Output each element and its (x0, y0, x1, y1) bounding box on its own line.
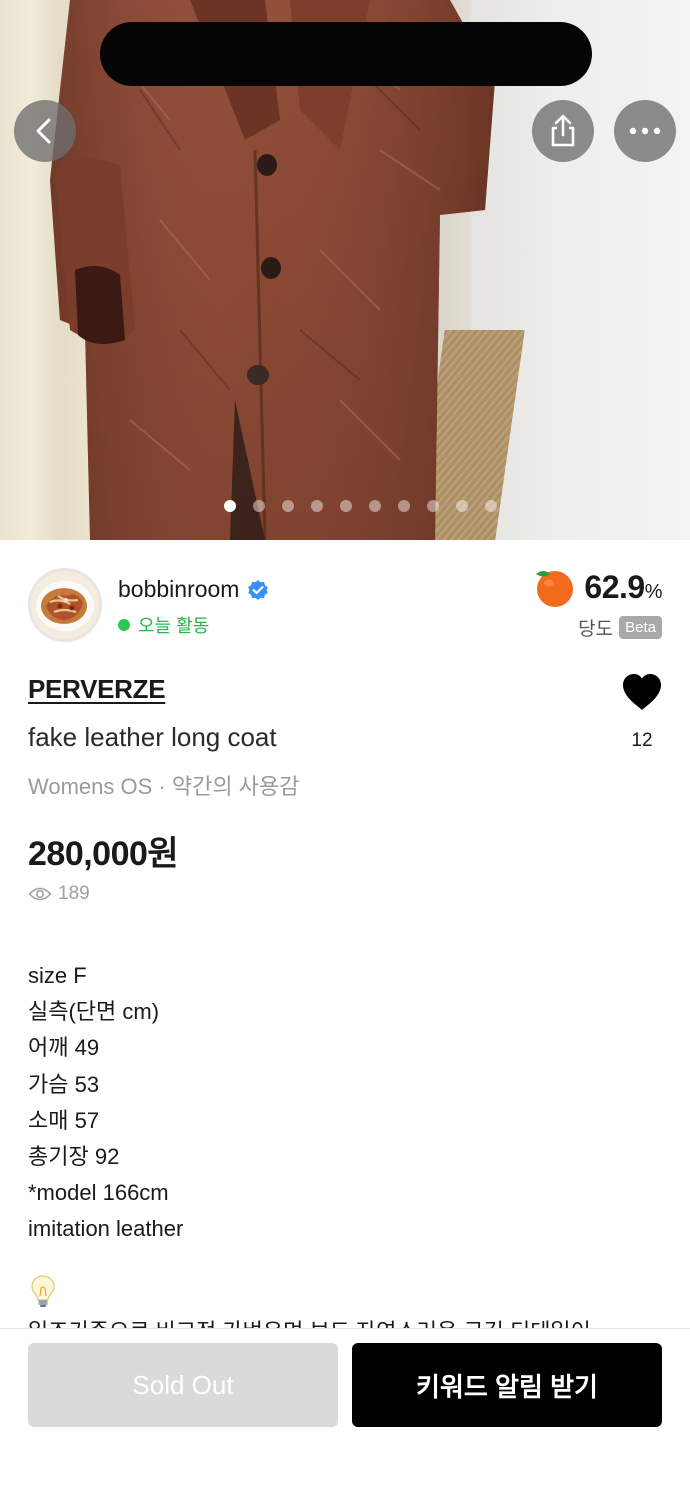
share-button[interactable] (532, 100, 594, 162)
seller-name[interactable]: bobbinroom (118, 576, 269, 603)
product-description: size F 실측(단면 cm) 어깨 49 가슴 53 소매 57 총기장 9… (28, 958, 668, 1248)
chevron-left-icon (36, 118, 51, 144)
heart-icon[interactable] (620, 672, 664, 712)
more-options-button[interactable] (614, 100, 676, 162)
sweetness-score[interactable]: 62.9% (532, 566, 663, 608)
redacted-overlay (100, 22, 592, 86)
avatar-pasta-image (31, 571, 99, 639)
description-line: 소매 57 (28, 1107, 100, 1133)
share-icon (551, 114, 575, 147)
gallery-dot[interactable] (281, 500, 294, 512)
gallery-dot[interactable] (223, 500, 236, 512)
seller-activity-status: 오늘 활동 (118, 612, 209, 638)
description-line: imitation leather (28, 1216, 184, 1242)
sweetness-value: 62.9% (584, 568, 662, 605)
gallery-dot[interactable] (484, 500, 497, 512)
description-line: *model 166cm (28, 1180, 169, 1206)
eye-icon (28, 887, 52, 901)
keyword-alert-button[interactable]: 키워드 알림 받기 (352, 1343, 662, 1427)
view-count-text: 189 (58, 883, 90, 904)
seller-avatar[interactable] (28, 568, 102, 642)
gallery-pagination[interactable] (0, 500, 690, 512)
verified-badge-icon (248, 579, 269, 600)
gallery-dot[interactable] (252, 500, 265, 512)
description-cutoff-line: 일조기준으로 비교적 가벼우며 보드 자연스러운 구김 디테일이 (28, 1316, 668, 1328)
brand-link[interactable]: PERVERZE (28, 674, 166, 705)
sweetness-label-row: 당도 Beta (578, 614, 662, 641)
gallery-dot[interactable] (397, 500, 410, 512)
sweetness-label: 당도 (578, 619, 614, 640)
cutoff-text: 일조기준으로 비교적 가벼우며 보드 자연스러운 구김 디테일이 (28, 1316, 668, 1328)
gallery-dot[interactable] (310, 500, 323, 512)
gallery-dot[interactable] (368, 500, 381, 512)
like-count: 12 (631, 730, 653, 751)
description-line: 가슴 53 (28, 1071, 100, 1097)
back-button[interactable] (14, 100, 76, 162)
more-horizontal-icon (629, 127, 661, 135)
gallery-dot[interactable] (426, 500, 439, 512)
product-title: fake leather long coat (28, 722, 277, 752)
product-price: 280,000원 (28, 835, 179, 873)
tangerine-icon (536, 571, 574, 607)
beta-badge: Beta (619, 616, 662, 639)
product-meta: Womens OS · 약간의 사용감 (28, 774, 300, 799)
description-line: 실측(단면 cm) (28, 999, 160, 1025)
sold-out-button: Sold Out (28, 1343, 338, 1427)
online-dot-icon (118, 619, 130, 631)
lightbulb-icon (31, 1275, 55, 1307)
description-line: 어깨 49 (28, 1035, 100, 1061)
view-count: 189 (28, 883, 90, 905)
description-line: 총기장 92 (28, 1143, 120, 1169)
activity-text: 오늘 활동 (138, 616, 210, 636)
seller-name-text[interactable]: bobbinroom (118, 576, 239, 603)
gallery-dot[interactable] (455, 500, 468, 512)
description-line: size F (28, 963, 87, 988)
gallery-dot[interactable] (339, 500, 352, 512)
